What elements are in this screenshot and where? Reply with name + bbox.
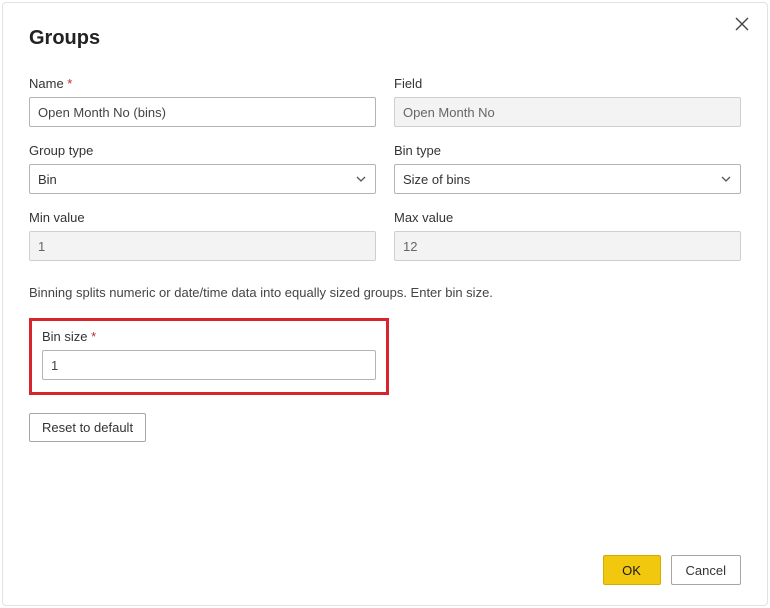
bin-type-value: Size of bins: [403, 172, 470, 187]
groups-dialog: Groups Name Field Group type Bin Bin typ…: [2, 2, 768, 606]
min-value-field: [29, 231, 376, 261]
max-value-field: [394, 231, 741, 261]
ok-button[interactable]: OK: [603, 555, 661, 585]
bin-size-input[interactable]: [42, 350, 376, 380]
name-input[interactable]: [29, 97, 376, 127]
cancel-button[interactable]: Cancel: [671, 555, 741, 585]
help-text: Binning splits numeric or date/time data…: [29, 285, 741, 300]
group-type-label: Group type: [29, 143, 376, 158]
bin-type-label: Bin type: [394, 143, 741, 158]
dialog-footer: OK Cancel: [603, 555, 741, 585]
name-label: Name: [29, 76, 376, 91]
group-type-select[interactable]: Bin: [29, 164, 376, 194]
field-value: [394, 97, 741, 127]
group-type-value: Bin: [38, 172, 57, 187]
dialog-title: Groups: [29, 27, 741, 50]
bin-size-highlight: Bin size: [29, 318, 389, 395]
close-icon[interactable]: [735, 17, 751, 33]
chevron-down-icon: [355, 173, 367, 185]
field-label: Field: [394, 76, 741, 91]
chevron-down-icon: [720, 173, 732, 185]
bin-type-select[interactable]: Size of bins: [394, 164, 741, 194]
reset-to-default-button[interactable]: Reset to default: [29, 413, 146, 442]
bin-size-label: Bin size: [42, 329, 376, 344]
max-value-label: Max value: [394, 210, 741, 225]
min-value-label: Min value: [29, 210, 376, 225]
